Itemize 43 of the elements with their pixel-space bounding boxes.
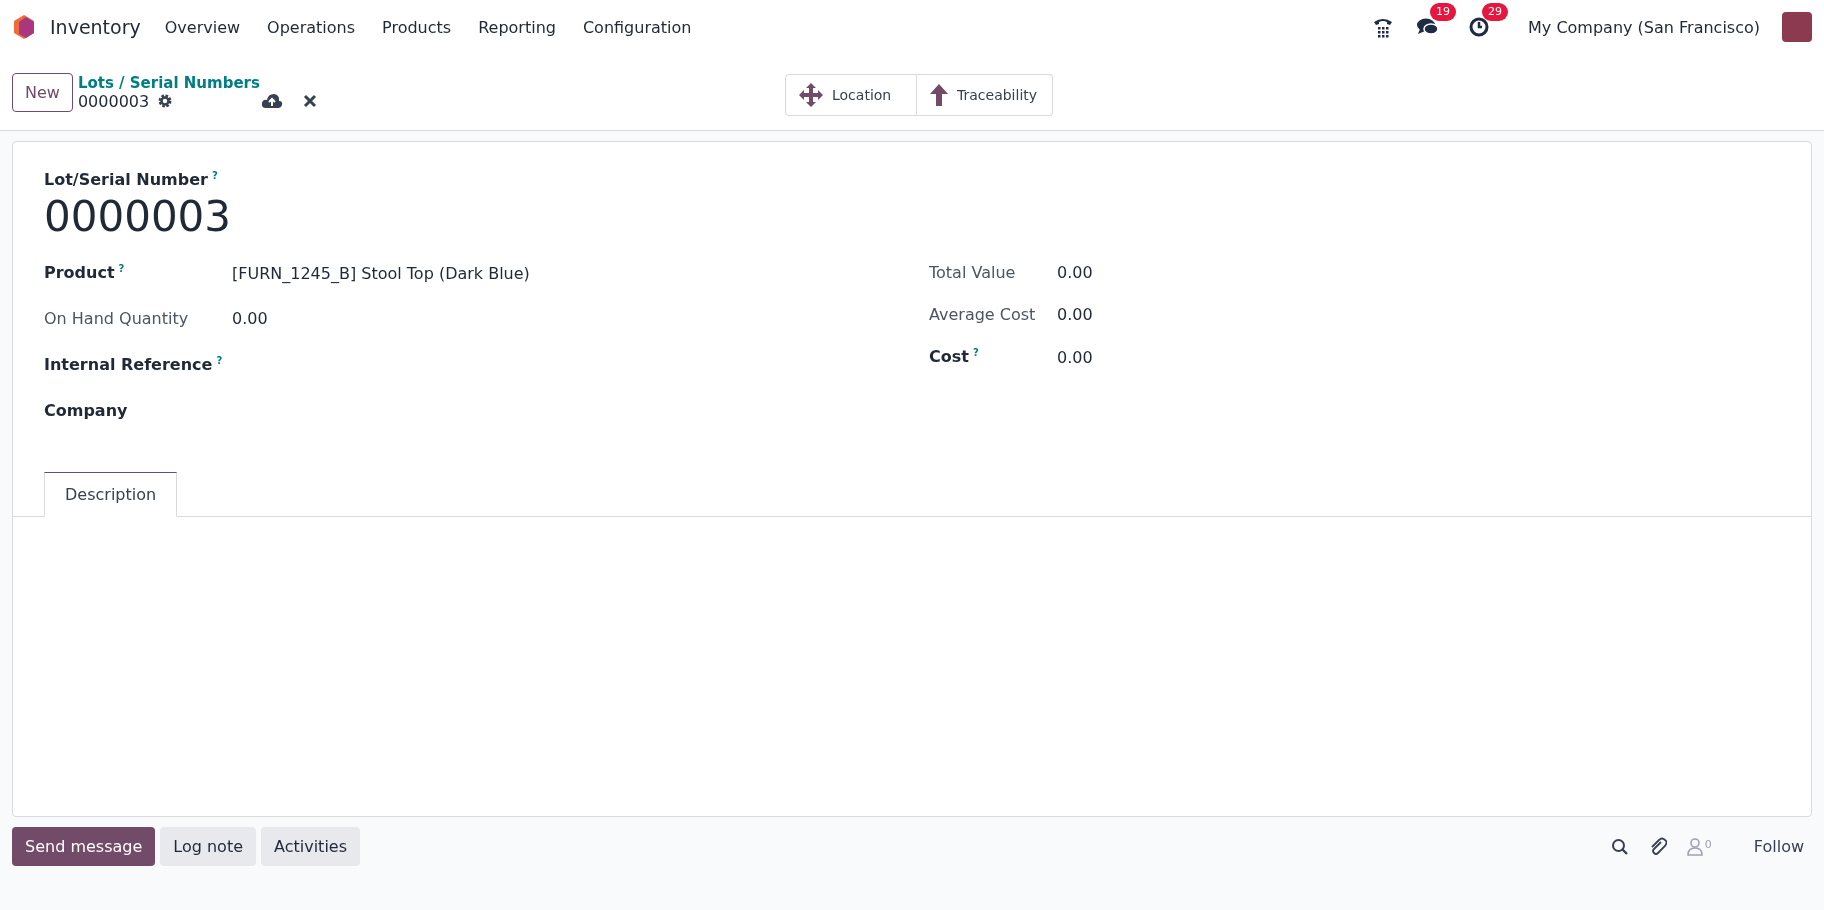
field-value: 0.00 [1057, 305, 1093, 325]
menu-item[interactable]: Reporting [478, 17, 556, 37]
close-icon[interactable] [303, 94, 318, 108]
up-arrow-icon [929, 83, 949, 107]
location-button[interactable]: Location [785, 74, 917, 116]
move-arrows-icon [798, 82, 824, 108]
company-switcher[interactable]: My Company (San Francisco) [1528, 17, 1760, 37]
record-name: 0000003 [77, 91, 150, 111]
breadcrumb-link[interactable]: Lots / Serial Numbers [77, 73, 318, 92]
app-logo-icon[interactable] [12, 14, 36, 40]
tab[interactable]: Description [44, 472, 178, 518]
field-value: 0.00 [232, 309, 268, 329]
notification-badge: 19 [1430, 3, 1457, 21]
field-label: Lot/Serial Number $^{?}$ [44, 170, 219, 190]
traceability-button[interactable]: Traceability [917, 74, 1053, 116]
followers-count: 0 [1704, 837, 1712, 851]
search-icon[interactable] [1610, 837, 1629, 856]
new-button[interactable]: New [12, 72, 73, 112]
phone-icon[interactable] [1372, 16, 1395, 38]
field-label: Internal Reference $^{?}$ [44, 355, 224, 375]
field-value[interactable]: 0.00 [1057, 347, 1093, 367]
field-value[interactable]: [FURN_1245_B] Stool Top (Dark Blue) [232, 263, 530, 283]
follow-button[interactable]: Follow [1745, 831, 1812, 862]
app-name[interactable]: Inventory [50, 16, 141, 38]
menu-item[interactable]: Operations [267, 17, 356, 37]
field-label: Product $^{?}$ [44, 263, 126, 283]
record-title: 0000003 [44, 191, 233, 244]
menu-item[interactable]: Overview [164, 17, 241, 37]
field-label: Company [44, 401, 129, 421]
chatter-button[interactable]: Activities [261, 827, 360, 866]
notification-badge: 29 [1482, 3, 1509, 21]
field-label: Average Cost [929, 305, 1037, 325]
field-label: Total Value [929, 263, 1017, 283]
menu-item[interactable]: Products [382, 17, 452, 37]
settings-icon[interactable] [157, 93, 174, 109]
menu-item[interactable]: Configuration [582, 17, 692, 37]
field-label: On Hand Quantity [44, 309, 190, 329]
chatter-button[interactable]: Log note [160, 827, 256, 866]
cloud-upload-icon[interactable] [261, 93, 284, 109]
clock-icon[interactable] [1468, 16, 1491, 38]
field-value: 0.00 [1057, 263, 1093, 283]
chatter-button[interactable]: Send message [12, 827, 156, 866]
field-label: Cost $^{?}$ [929, 347, 980, 367]
